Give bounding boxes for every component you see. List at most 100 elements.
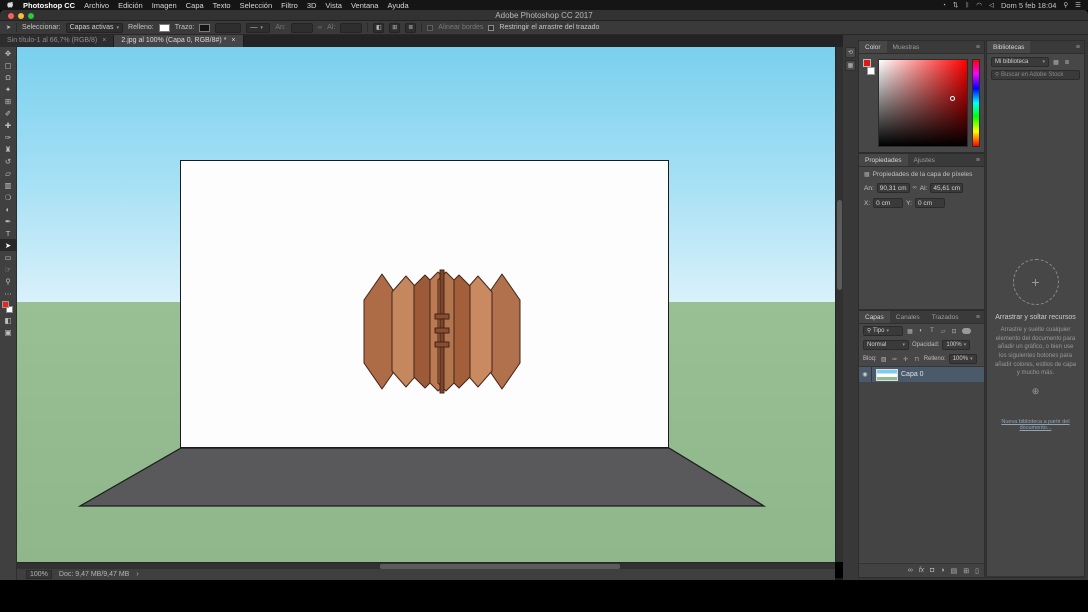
spotlight-icon[interactable]: ⚲ bbox=[1063, 1, 1068, 9]
saturation-brightness-picker[interactable] bbox=[878, 59, 968, 147]
menu-vista[interactable]: Vista bbox=[325, 1, 342, 10]
menu-capa[interactable]: Capa bbox=[186, 1, 204, 10]
path-align-icon[interactable]: ⊞ bbox=[389, 23, 400, 33]
link-layers-icon[interactable]: ∞ bbox=[908, 567, 913, 574]
menu-seleccion[interactable]: Selección bbox=[240, 1, 273, 10]
layer-row-capa0[interactable]: ◉ Capa 0 bbox=[859, 367, 984, 382]
panel-menu-icon[interactable]: ≡ bbox=[1072, 41, 1084, 53]
prop-width-field[interactable]: 90,31 cm bbox=[877, 183, 910, 193]
menubar-app-name[interactable]: Photoshop CC bbox=[23, 1, 75, 10]
bluetooth-icon[interactable]: ᛒ bbox=[965, 2, 969, 9]
move-tool[interactable]: ✥ bbox=[0, 47, 17, 59]
link-dimensions-icon[interactable]: ∞ bbox=[318, 25, 322, 31]
foreground-background-swatches[interactable] bbox=[2, 301, 15, 314]
document-tab-untitled[interactable]: Sin título-1 al 66,7% (RGB/8) × bbox=[0, 35, 114, 47]
history-panel-icon[interactable]: ⟲ bbox=[845, 47, 856, 58]
layer-style-icon[interactable]: fx bbox=[919, 567, 924, 574]
new-library-link[interactable]: Nueva biblioteca a partir del documento.… bbox=[994, 419, 1077, 431]
clone-stamp-tool[interactable]: ♜ bbox=[0, 143, 17, 155]
filter-shape-icon[interactable]: ▱ bbox=[939, 328, 947, 335]
stock-search-input[interactable]: ⚲ Buscar en Adobe Stock bbox=[991, 70, 1080, 80]
eraser-tool[interactable]: ▱ bbox=[0, 167, 17, 179]
color-panel-swatches[interactable] bbox=[863, 59, 878, 83]
type-tool[interactable]: T bbox=[0, 227, 17, 239]
opacity-field[interactable]: 100% ▾ bbox=[942, 340, 970, 350]
shape-height-field[interactable] bbox=[340, 23, 362, 33]
healing-brush-tool[interactable]: ✚ bbox=[0, 119, 17, 131]
lasso-tool[interactable]: Ω bbox=[0, 71, 17, 83]
zoom-level-field[interactable]: 100% bbox=[26, 570, 52, 579]
menu-imagen[interactable]: Imagen bbox=[152, 1, 177, 10]
lock-all-icon[interactable]: ⊓ bbox=[913, 356, 921, 363]
delete-layer-icon[interactable]: ▯ bbox=[975, 567, 979, 575]
zoom-window-button[interactable] bbox=[28, 13, 34, 19]
constrain-path-drag-checkbox[interactable] bbox=[488, 25, 494, 31]
panel-menu-icon[interactable]: ≡ bbox=[972, 154, 984, 166]
hand-tool[interactable]: ☞ bbox=[0, 263, 17, 275]
sync-icon[interactable]: ⇅ bbox=[953, 1, 958, 9]
tab-trazados[interactable]: Trazados bbox=[926, 311, 965, 323]
zoom-tool[interactable]: ⚲ bbox=[0, 275, 17, 287]
document-tab-2jpg[interactable]: 2.jpg al 100% (Capa 0, RGB/8#) * × bbox=[114, 35, 243, 47]
stroke-style-dropdown[interactable]: — ▾ bbox=[246, 23, 270, 33]
menu-archivo[interactable]: Archivo bbox=[84, 1, 109, 10]
close-window-button[interactable] bbox=[8, 13, 14, 19]
notification-center-icon[interactable]: ☰ bbox=[1075, 1, 1081, 9]
layer-filter-dropdown[interactable]: ⚲ Tipo ▾ bbox=[863, 326, 903, 336]
screen-mode-icon[interactable]: ▣ bbox=[0, 326, 17, 338]
path-operations-icon[interactable]: ◧ bbox=[373, 23, 384, 33]
tab-ajustes[interactable]: Ajustes bbox=[908, 154, 941, 166]
add-asset-icon[interactable]: ⊕ bbox=[994, 386, 1077, 397]
prop-height-field[interactable]: 45,61 cm bbox=[930, 183, 963, 193]
dodge-tool[interactable]: ◐ bbox=[0, 203, 17, 215]
crop-tool[interactable]: ⊞ bbox=[0, 95, 17, 107]
quick-selection-tool[interactable]: ✦ bbox=[0, 83, 17, 95]
edit-toolbar-icon[interactable]: ⋯ bbox=[0, 287, 17, 299]
menu-edicion[interactable]: Edición bbox=[118, 1, 143, 10]
link-dimensions-icon[interactable]: ∞ bbox=[913, 185, 917, 191]
hue-slider[interactable] bbox=[972, 59, 980, 147]
brush-tool[interactable]: ✑ bbox=[0, 131, 17, 143]
foreground-color-swatch[interactable] bbox=[863, 59, 871, 67]
quick-mask-icon[interactable]: ◧ bbox=[0, 314, 17, 326]
layer-mask-icon[interactable]: ◘ bbox=[930, 567, 934, 574]
lock-pixels-icon[interactable]: ✑ bbox=[891, 356, 899, 363]
layer-name[interactable]: Capa 0 bbox=[901, 371, 924, 378]
list-view-icon[interactable]: ≣ bbox=[1063, 59, 1071, 66]
new-layer-icon[interactable]: ⊞ bbox=[963, 567, 969, 575]
blend-mode-dropdown[interactable]: Normal ▾ bbox=[863, 340, 909, 350]
select-mode-dropdown[interactable]: Capas activas ▾ bbox=[66, 23, 123, 33]
prop-x-field[interactable]: 0 cm bbox=[873, 198, 903, 208]
fill-field[interactable]: 100% ▾ bbox=[949, 354, 977, 364]
blur-tool[interactable]: ❍ bbox=[0, 191, 17, 203]
volume-icon[interactable]: ◁ bbox=[989, 1, 994, 9]
vertical-scrollbar[interactable] bbox=[835, 47, 843, 562]
group-layers-icon[interactable]: ▤ bbox=[951, 567, 958, 575]
menu-texto[interactable]: Texto bbox=[213, 1, 231, 10]
minimize-window-button[interactable] bbox=[18, 13, 24, 19]
menu-filtro[interactable]: Filtro bbox=[281, 1, 298, 10]
fill-swatch[interactable] bbox=[159, 24, 170, 32]
stroke-swatch[interactable] bbox=[199, 24, 210, 32]
lock-position-icon[interactable]: ✛ bbox=[902, 356, 910, 363]
panel-menu-icon[interactable]: ≡ bbox=[972, 41, 984, 53]
filter-smart-object-icon[interactable]: ⊡ bbox=[950, 328, 958, 335]
filter-adjustment-icon[interactable]: ◐ bbox=[917, 328, 925, 334]
foreground-color-swatch[interactable] bbox=[2, 301, 9, 308]
drop-target-circle[interactable]: + bbox=[1013, 259, 1059, 305]
close-tab-icon[interactable]: × bbox=[102, 35, 106, 47]
menu-3d[interactable]: 3D bbox=[307, 1, 317, 10]
panel-menu-icon[interactable]: ≡ bbox=[972, 311, 984, 323]
library-dropdown[interactable]: Mi biblioteca ▾ bbox=[991, 57, 1049, 67]
lock-transparency-icon[interactable]: ▨ bbox=[880, 356, 888, 363]
shape-tool[interactable]: ▭ bbox=[0, 251, 17, 263]
apple-menu[interactable] bbox=[7, 1, 14, 9]
document-canvas[interactable] bbox=[17, 47, 835, 562]
menu-ventana[interactable]: Ventana bbox=[351, 1, 379, 10]
gradient-tool[interactable]: ▥ bbox=[0, 179, 17, 191]
stroke-width-field[interactable] bbox=[215, 23, 241, 33]
shape-width-field[interactable] bbox=[291, 23, 313, 33]
filter-type-icon[interactable]: T bbox=[928, 328, 936, 334]
wifi-icon[interactable]: ◠ bbox=[976, 1, 982, 9]
path-arrange-icon[interactable]: ≣ bbox=[405, 23, 416, 33]
